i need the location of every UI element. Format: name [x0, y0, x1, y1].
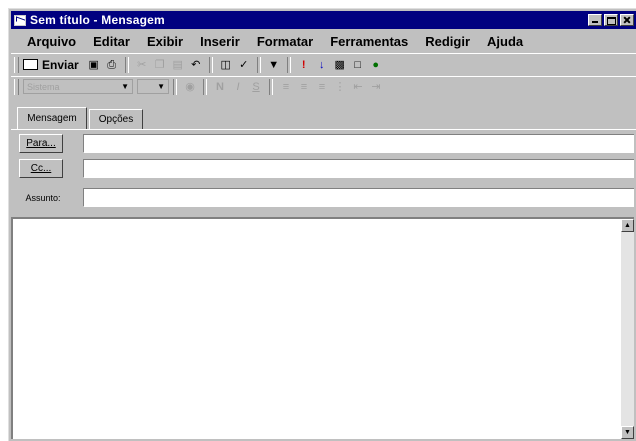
print-icon[interactable]: ⎙	[105, 58, 119, 72]
menu-bar: Arquivo Editar Exibir Inserir Formatar F…	[11, 31, 636, 51]
font-size-combo[interactable]: ▼	[137, 79, 169, 94]
minimize-button[interactable]	[588, 14, 602, 26]
underline-icon[interactable]: S	[249, 80, 263, 94]
toolbar-grip[interactable]	[14, 56, 19, 73]
send-button[interactable]: Enviar	[23, 58, 79, 72]
attachment-icon[interactable]: ●	[369, 58, 383, 72]
high-priority-icon[interactable]: !	[297, 58, 311, 72]
toolbar-separator	[286, 56, 291, 73]
message-window: Sem título - Mensagem Arquivo Editar Exi…	[8, 8, 636, 441]
menu-formatar[interactable]: Formatar	[247, 34, 320, 49]
menu-redigir[interactable]: Redigir	[415, 34, 477, 49]
chevron-down-icon: ▼	[157, 82, 165, 91]
toolbar-separator	[256, 56, 261, 73]
font-combo-value: Sistema	[27, 81, 60, 92]
toolbar-separator	[124, 56, 129, 73]
font-combo[interactable]: Sistema ▼	[23, 79, 133, 94]
standard-toolbar: Enviar ▣ ⎙ ✂ ❐ ▤ ↶ ◫ ✓ ▼ ! ↓ ▩ □ ●	[11, 53, 636, 75]
chevron-down-icon: ▼	[121, 82, 129, 91]
view-icon[interactable]: □	[351, 58, 365, 72]
bullets-icon[interactable]: ⋮	[333, 80, 347, 94]
bold-icon[interactable]: N	[213, 80, 227, 94]
increase-indent-icon[interactable]: ⇥	[369, 80, 383, 94]
save-icon[interactable]: ▣	[87, 58, 101, 72]
formatting-toolbar: Sistema ▼ ▼ ◉ N I S ≡ ≡ ≡ ⋮ ⇤ ⇥	[11, 76, 636, 96]
envelope-icon	[14, 14, 26, 26]
scroll-down-icon[interactable]: ▼	[621, 426, 634, 439]
paste-icon[interactable]: ▤	[171, 58, 185, 72]
low-priority-icon[interactable]: ↓	[315, 58, 329, 72]
subject-label: Assunto:	[25, 192, 61, 203]
send-label: Enviar	[42, 57, 79, 72]
toolbar-grip[interactable]	[14, 78, 19, 95]
to-button-label: Para...	[26, 138, 56, 149]
align-right-icon[interactable]: ≡	[315, 80, 329, 94]
text-color-icon[interactable]: ◉	[183, 80, 197, 94]
send-envelope-icon	[23, 59, 38, 70]
check-names-icon[interactable]: ✓	[237, 58, 251, 72]
tab-divider	[11, 129, 636, 130]
to-input[interactable]	[83, 134, 634, 153]
undo-icon[interactable]: ↶	[189, 58, 203, 72]
cc-button-label: Cc...	[30, 163, 52, 174]
cut-icon[interactable]: ✂	[135, 58, 149, 72]
address-book-icon[interactable]: ◫	[219, 58, 233, 72]
to-button[interactable]: Para...	[19, 134, 63, 153]
insert-file-icon[interactable]: ▼	[267, 58, 281, 72]
maximize-button[interactable]	[604, 14, 618, 26]
to-row: Para...	[11, 133, 636, 154]
copy-icon[interactable]: ❐	[153, 58, 167, 72]
subject-input[interactable]	[83, 188, 634, 207]
cc-button[interactable]: Cc...	[19, 159, 63, 178]
toolbar-separator	[208, 56, 213, 73]
window-title: Sem título - Mensagem	[30, 13, 165, 27]
properties-icon[interactable]: ▩	[333, 58, 347, 72]
decrease-indent-icon[interactable]: ⇤	[351, 80, 365, 94]
menu-arquivo[interactable]: Arquivo	[11, 34, 83, 49]
toolbar-separator	[173, 78, 177, 95]
align-center-icon[interactable]: ≡	[297, 80, 311, 94]
message-body[interactable]: ▲ ▼	[11, 217, 634, 439]
toolbar-separator	[269, 78, 273, 95]
italic-icon[interactable]: I	[231, 80, 245, 94]
menu-inserir[interactable]: Inserir	[190, 34, 247, 49]
menu-ferramentas[interactable]: Ferramentas	[320, 34, 415, 49]
toolbar-separator	[203, 78, 207, 95]
tab-options[interactable]: Opções	[89, 109, 143, 129]
cc-input[interactable]	[83, 159, 634, 178]
cc-row: Cc...	[11, 158, 636, 179]
scroll-up-icon[interactable]: ▲	[621, 219, 634, 232]
menu-exibir[interactable]: Exibir	[137, 34, 190, 49]
subject-row: Assunto:	[11, 187, 636, 208]
vertical-scrollbar[interactable]: ▲ ▼	[621, 219, 634, 439]
tab-strip: Mensagem Opções	[11, 107, 636, 129]
align-left-icon[interactable]: ≡	[279, 80, 293, 94]
title-bar[interactable]: Sem título - Mensagem	[11, 11, 636, 29]
menu-editar[interactable]: Editar	[83, 34, 137, 49]
close-button[interactable]	[620, 14, 634, 26]
menu-ajuda[interactable]: Ajuda	[477, 34, 530, 49]
tab-message[interactable]: Mensagem	[17, 107, 87, 129]
